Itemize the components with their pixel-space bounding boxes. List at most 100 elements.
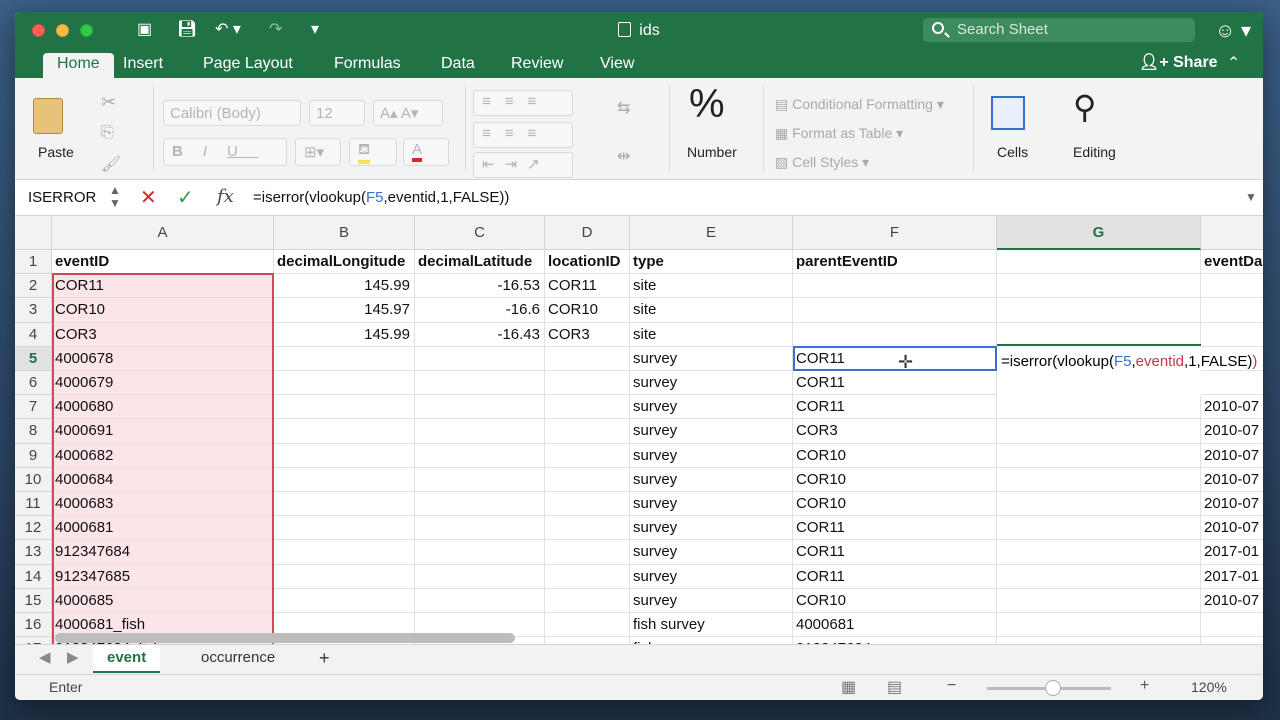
table-cell[interactable]: survey [630,419,793,444]
table-cell[interactable]: 145.97 [274,298,415,323]
column-header-h[interactable] [1201,216,1263,250]
select-all-corner[interactable] [15,216,52,250]
row-header[interactable]: 13 [15,540,52,565]
table-cell[interactable]: COR3 [793,419,997,444]
table-cell[interactable]: 4000679 [52,371,274,396]
row-header[interactable]: 10 [15,467,52,492]
tab-home[interactable]: Home [43,53,114,78]
column-header-e[interactable]: E [630,216,793,250]
table-cell[interactable] [1201,613,1263,638]
table-cell[interactable]: COR10 [793,588,997,613]
column-header-g[interactable]: G [997,216,1201,250]
table-cell[interactable]: COR11 [793,564,997,589]
italic-button[interactable]: I [203,143,227,160]
row-header[interactable]: 6 [15,371,52,396]
column-title-cell[interactable]: eventID [52,250,274,275]
vertical-align-buttons[interactable]: ≡≡≡ [473,90,573,116]
table-cell[interactable]: site [630,274,793,299]
table-cell[interactable]: survey [630,467,793,492]
table-cell[interactable]: 2010-07 [1201,492,1263,517]
table-cell[interactable]: site [630,298,793,323]
table-cell[interactable]: -16.43 [415,322,545,347]
table-cell[interactable]: survey [630,492,793,517]
insert-function-icon[interactable]: fx [217,186,234,207]
cells-icon[interactable] [991,96,1025,130]
row-header[interactable]: 1 [15,250,52,275]
table-cell[interactable]: COR3 [52,322,274,347]
row-header[interactable]: 12 [15,516,52,541]
tab-page-layout[interactable]: Page Layout [203,53,293,78]
table-cell[interactable] [997,443,1201,468]
row-header[interactable]: 2 [15,274,52,299]
table-cell[interactable] [793,274,997,299]
table-cell[interactable]: 2010-07 [1201,468,1263,492]
column-title-cell[interactable] [997,250,1201,275]
table-cell[interactable]: -16.53 [415,274,545,299]
paste-label[interactable]: Paste [38,144,74,160]
table-cell[interactable] [545,540,630,565]
cell-styles-button[interactable]: ▧ Cell Styles ▾ [775,154,869,171]
bold-button[interactable]: B [172,143,203,160]
active-cell-editor[interactable]: =iserror(vlookup(F5,eventid,1,FALSE)) [997,344,1257,396]
font-size-select[interactable]: 12 [309,100,365,126]
table-cell[interactable] [545,346,630,371]
table-cell[interactable]: -16.6 [415,298,545,323]
wrap-text-icon[interactable]: ⇆ [617,98,630,118]
table-cell[interactable] [1201,298,1263,323]
table-cell[interactable]: 4000691 [52,419,274,444]
table-cell[interactable]: survey [630,588,793,613]
column-header-b[interactable]: B [274,216,415,250]
row-header[interactable]: 7 [15,395,52,420]
table-cell[interactable] [997,516,1201,541]
table-cell[interactable]: COR11 [793,540,997,565]
table-cell[interactable] [274,346,415,371]
table-cell[interactable] [545,516,630,541]
table-cell[interactable]: COR11 [545,274,630,299]
table-cell[interactable]: COR11 [793,395,997,420]
table-cell[interactable]: 2010-07 [1201,589,1263,613]
table-cell[interactable] [545,419,630,444]
table-cell[interactable]: 2017-01 [1201,540,1263,565]
table-cell[interactable] [545,564,630,589]
table-cell[interactable] [997,395,1201,420]
table-cell[interactable]: survey [630,395,793,420]
table-cell[interactable]: COR3 [545,322,630,347]
paste-icon[interactable] [33,98,63,134]
table-cell[interactable] [793,322,997,347]
editing-label[interactable]: Editing [1073,144,1116,160]
table-cell[interactable]: survey [630,516,793,541]
table-cell[interactable]: 912347684 [52,540,274,565]
table-cell[interactable]: 145.99 [274,274,415,299]
table-cell[interactable] [274,419,415,444]
copy-icon[interactable]: ⎘ [101,124,114,142]
table-cell[interactable] [793,298,997,323]
table-cell[interactable]: survey [630,346,793,371]
table-cell[interactable] [997,298,1201,323]
table-cell[interactable] [997,467,1201,492]
table-cell[interactable] [415,346,545,371]
table-cell[interactable] [1201,637,1263,644]
table-cell[interactable] [545,395,630,420]
table-cell[interactable]: COR11 [793,516,997,541]
table-cell[interactable]: 2010-07 [1201,444,1263,468]
table-cell[interactable] [545,613,630,638]
table-cell[interactable] [997,637,1201,644]
column-header-d[interactable]: D [545,216,630,250]
row-header[interactable]: 3 [15,298,52,323]
table-cell[interactable] [274,443,415,468]
table-cell[interactable]: COR10 [793,492,997,517]
table-cell[interactable] [415,395,545,420]
table-cell[interactable] [274,395,415,420]
table-cell[interactable] [274,588,415,613]
table-cell[interactable]: COR10 [545,298,630,323]
name-box-stepper-icon[interactable]: ▲ ▼ [109,184,121,210]
table-cell[interactable] [545,371,630,396]
table-cell[interactable]: COR10 [52,298,274,323]
column-header-f[interactable]: F [793,216,997,250]
table-cell[interactable] [274,516,415,541]
indent-orientation-buttons[interactable]: ⇤⇥↗ [473,152,573,178]
editing-search-icon[interactable]: ⚲ [1073,88,1096,126]
table-cell[interactable]: 4000681 [52,516,274,541]
table-cell[interactable] [274,564,415,589]
confirm-entry-icon[interactable]: ✓ [177,185,194,210]
